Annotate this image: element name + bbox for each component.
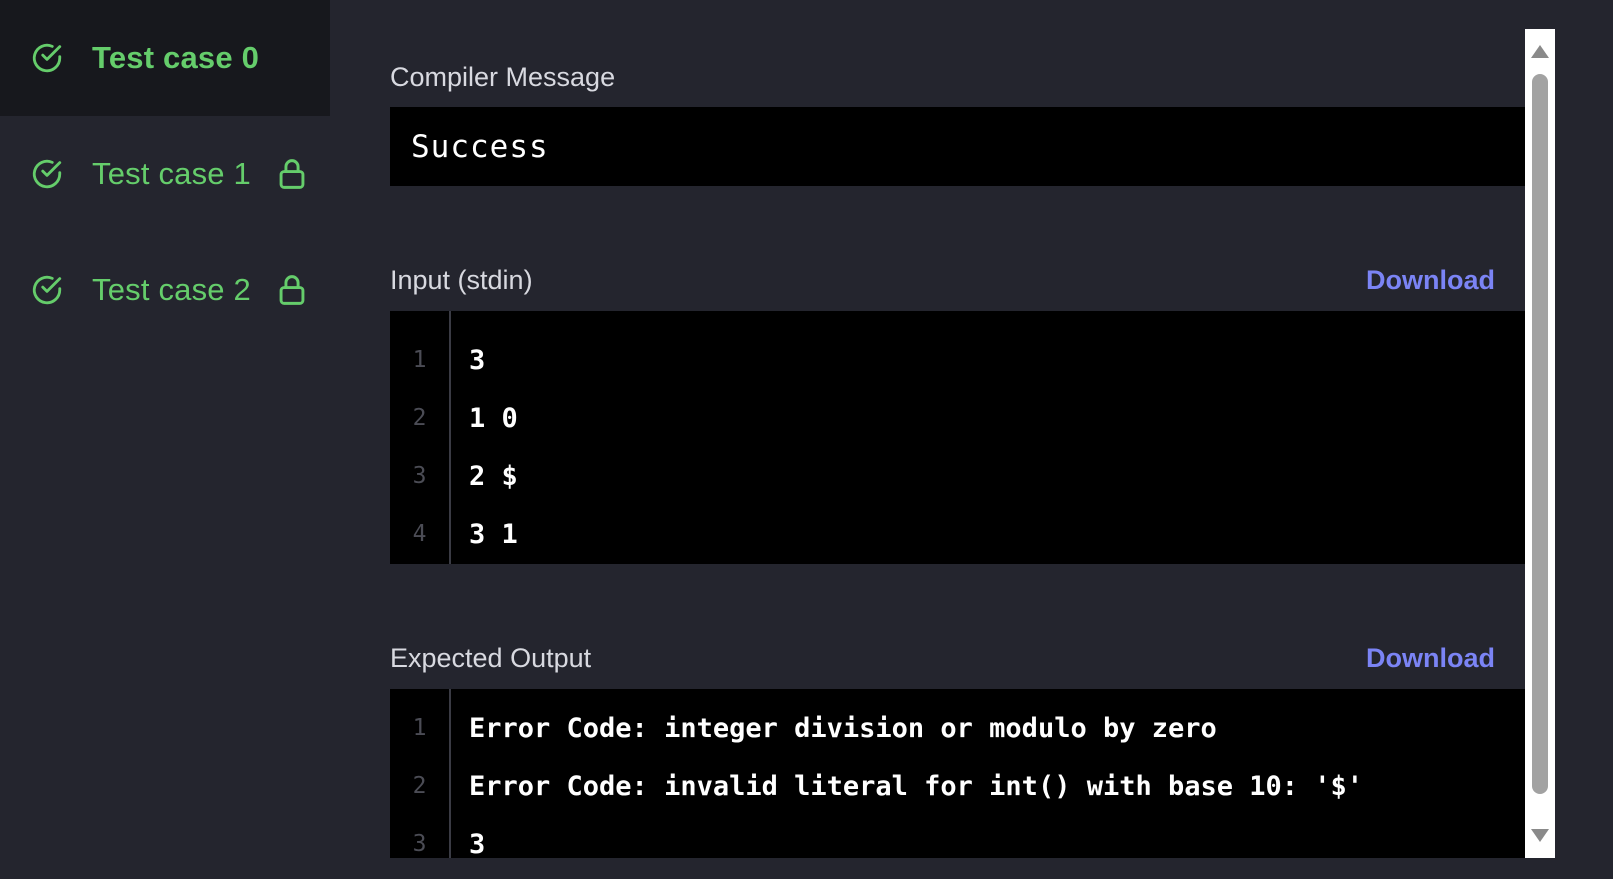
test-case-2-tab[interactable]: Test case 2 [0, 232, 330, 348]
scroll-up-arrow-icon[interactable] [1531, 45, 1549, 58]
line-text: Error Code: invalid literal for int() wi… [469, 770, 1364, 802]
line-number: 1 [412, 347, 427, 373]
input-download-link[interactable]: Download [1366, 265, 1495, 296]
line-text: 2 $ [469, 460, 518, 492]
line-text: 3 [469, 828, 486, 859]
line-text: 3 1 [469, 518, 518, 550]
line-text: 1 0 [469, 402, 518, 434]
scrollbar-thumb[interactable] [1532, 74, 1548, 794]
code-line: 1 3 [390, 331, 1525, 389]
vertical-scrollbar[interactable] [1525, 29, 1555, 858]
code-line: 4 3 1 [390, 505, 1525, 563]
test-case-label: Test case 0 [92, 40, 260, 75]
expected-output-download-link[interactable]: Download [1366, 643, 1495, 674]
code-line: 3 3 [390, 815, 1525, 859]
scroll-down-arrow-icon[interactable] [1531, 829, 1549, 842]
code-line: 1 Error Code: integer division or modulo… [390, 699, 1525, 757]
line-text: Error Code: integer division or modulo b… [469, 712, 1217, 744]
test-case-label: Test case 1 [92, 156, 252, 191]
code-line: 2 Error Code: invalid literal for int() … [390, 757, 1525, 815]
line-text: 3 [469, 344, 486, 376]
input-code-box: 1 3 2 1 0 3 2 $ 4 3 1 [390, 311, 1525, 564]
test-case-1-tab[interactable]: Test case 1 [0, 116, 330, 232]
test-results-panel: Test case 0 Test case 1 Test case 2 Comp… [0, 0, 1613, 879]
code-line: 2 1 0 [390, 389, 1525, 447]
line-number: 3 [412, 831, 427, 857]
compiler-message-text: Success [411, 129, 549, 165]
input-title: Input (stdin) [390, 265, 533, 295]
test-case-details: Compiler Message Success Input (stdin) D… [390, 0, 1525, 879]
line-number: 2 [412, 405, 427, 431]
check-circle-icon [32, 159, 62, 189]
check-circle-icon [32, 43, 62, 73]
test-case-label: Test case 2 [92, 272, 252, 307]
expected-output-title: Expected Output [390, 643, 592, 673]
check-circle-icon [32, 275, 62, 305]
test-case-0-tab[interactable]: Test case 0 [0, 0, 330, 116]
compiler-message-title: Compiler Message [390, 62, 616, 92]
compiler-message-box: Success [390, 107, 1525, 186]
line-number: 4 [412, 521, 427, 547]
code-line: 3 2 $ [390, 447, 1525, 505]
expected-output-code-box: 1 Error Code: integer division or modulo… [390, 689, 1525, 858]
line-number: 2 [412, 773, 427, 799]
line-number: 1 [412, 715, 427, 741]
lock-icon [279, 159, 305, 189]
test-case-sidebar: Test case 0 Test case 1 Test case 2 [0, 0, 330, 879]
line-number: 3 [412, 463, 427, 489]
lock-icon [279, 275, 305, 305]
